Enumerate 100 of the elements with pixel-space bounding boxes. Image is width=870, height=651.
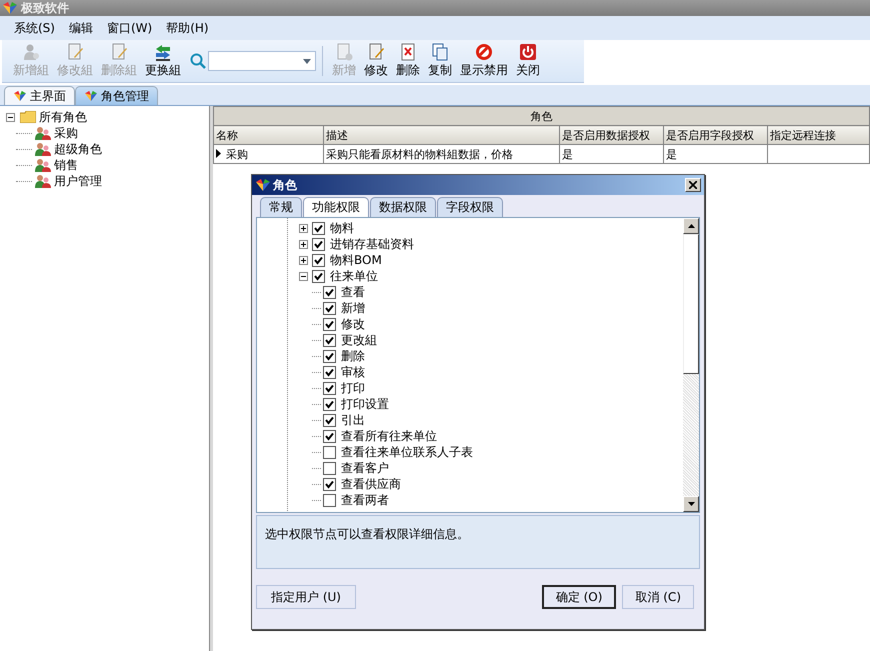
tree-item[interactable]: 查看客户 bbox=[341, 460, 389, 476]
caret-icon bbox=[303, 58, 311, 64]
menu-item[interactable]: 帮助(H) bbox=[166, 20, 209, 36]
tree-item[interactable]: 查看两者 bbox=[341, 492, 389, 508]
toolbar-button[interactable]: 显示禁用 bbox=[457, 43, 511, 79]
group-header: 角色 bbox=[214, 106, 870, 126]
expand-toggle[interactable] bbox=[299, 272, 308, 280]
new-document-icon bbox=[335, 43, 353, 61]
column-header[interactable]: 指定远程连接 bbox=[768, 126, 870, 144]
edit-document-icon bbox=[66, 43, 84, 61]
table-cell: 是 bbox=[560, 144, 664, 164]
users-icon bbox=[35, 126, 51, 140]
checkbox[interactable] bbox=[312, 254, 325, 266]
checkbox[interactable] bbox=[323, 430, 336, 442]
tree-item[interactable]: 新增 bbox=[341, 300, 365, 316]
menu-item[interactable]: 系统(S) bbox=[14, 20, 55, 36]
user-add-icon bbox=[22, 43, 40, 61]
checkbox[interactable] bbox=[323, 494, 336, 506]
close-icon bbox=[689, 181, 697, 189]
close-button[interactable] bbox=[685, 178, 701, 192]
collapse-toggle[interactable] bbox=[6, 112, 15, 122]
column-header[interactable]: 描述 bbox=[324, 126, 560, 144]
checkbox[interactable] bbox=[323, 286, 336, 298]
document-tab[interactable]: 角色管理 bbox=[75, 86, 158, 105]
column-header[interactable]: 名称 bbox=[214, 126, 324, 144]
tree-item[interactable]: 超级角色 bbox=[54, 140, 102, 158]
tree-item[interactable]: 更改組 bbox=[341, 332, 377, 348]
dialog-button[interactable]: 指定用户 (U) bbox=[256, 585, 356, 609]
toolbar-button[interactable]: 修改 bbox=[361, 43, 391, 79]
window-title: 极致软件 bbox=[21, 0, 69, 16]
checkbox[interactable] bbox=[323, 382, 336, 394]
tree-item[interactable]: 物料 bbox=[330, 220, 354, 236]
dialog-tab[interactable]: 常规 bbox=[260, 197, 302, 217]
users-icon bbox=[35, 142, 51, 156]
tree-item[interactable]: 查看所有往来单位 bbox=[341, 428, 437, 444]
checkbox[interactable] bbox=[323, 302, 336, 314]
toolbar-button[interactable]: 删除 bbox=[393, 43, 423, 79]
tree-item[interactable]: 查看往来单位联系人子表 bbox=[341, 444, 473, 460]
tree-item[interactable]: 审核 bbox=[341, 364, 365, 380]
vertical-scrollbar[interactable] bbox=[683, 218, 699, 512]
expand-toggle[interactable] bbox=[299, 240, 308, 248]
checkbox[interactable] bbox=[323, 398, 336, 410]
checkbox[interactable] bbox=[323, 414, 336, 426]
folder-icon bbox=[20, 111, 36, 123]
edit-document-icon bbox=[110, 43, 128, 61]
menu-item[interactable]: 窗口(W) bbox=[106, 20, 152, 36]
delete-document-icon bbox=[399, 43, 417, 61]
tree-item[interactable]: 往来单位 bbox=[330, 268, 378, 284]
dialog-button[interactable]: 确定 (O) bbox=[542, 585, 616, 609]
search-icon bbox=[190, 53, 206, 69]
checkbox[interactable] bbox=[323, 350, 336, 362]
app-logo-icon bbox=[255, 178, 271, 192]
power-icon bbox=[519, 43, 537, 61]
dialog-title: 角色 bbox=[273, 176, 297, 194]
toolbar-button[interactable]: 关闭 bbox=[513, 43, 543, 79]
scroll-down-icon bbox=[688, 502, 694, 506]
dialog-tab[interactable]: 字段权限 bbox=[437, 197, 503, 217]
scroll-up-icon bbox=[688, 224, 694, 228]
tree-item[interactable]: 删除 bbox=[341, 348, 365, 364]
tree-item[interactable]: 进销存基础资料 bbox=[330, 236, 414, 252]
app-logo-icon bbox=[2, 1, 18, 15]
prohibited-icon bbox=[475, 43, 493, 61]
tree-item[interactable]: 打印设置 bbox=[341, 396, 389, 412]
checkbox[interactable] bbox=[323, 478, 336, 490]
expand-toggle[interactable] bbox=[299, 256, 308, 264]
checkbox[interactable] bbox=[323, 318, 336, 330]
checkbox[interactable] bbox=[323, 446, 336, 458]
tree-item[interactable]: 查看供应商 bbox=[341, 476, 401, 492]
checkbox[interactable] bbox=[312, 222, 325, 234]
checkbox[interactable] bbox=[323, 334, 336, 346]
checkbox[interactable] bbox=[323, 462, 336, 474]
checkbox[interactable] bbox=[312, 270, 325, 282]
users-icon bbox=[35, 158, 51, 172]
tree-item[interactable]: 打印 bbox=[341, 380, 365, 396]
tree-item[interactable]: 所有角色 bbox=[39, 108, 87, 126]
tree-item[interactable]: 物料BOM bbox=[330, 252, 382, 268]
column-header[interactable]: 是否启用字段授权 bbox=[664, 126, 768, 144]
tree-item[interactable]: 用户管理 bbox=[54, 172, 102, 190]
tree-item[interactable]: 引出 bbox=[341, 412, 365, 428]
column-header[interactable]: 是否启用数据授权 bbox=[560, 126, 664, 144]
tree-item[interactable]: 采购 bbox=[54, 124, 78, 142]
app-logo-icon bbox=[13, 90, 27, 102]
tree-item[interactable]: 修改 bbox=[341, 316, 365, 332]
users-icon bbox=[35, 174, 51, 188]
table-cell: 是 bbox=[664, 144, 768, 164]
swap-arrows-icon bbox=[154, 43, 172, 61]
dialog-tab[interactable]: 数据权限 bbox=[370, 197, 436, 217]
table-cell: 采购 bbox=[214, 144, 324, 164]
toolbar-button[interactable]: 更换組 bbox=[142, 43, 184, 79]
checkbox[interactable] bbox=[323, 366, 336, 378]
checkbox[interactable] bbox=[312, 238, 325, 250]
tree-item[interactable]: 销售 bbox=[54, 156, 78, 174]
document-tab[interactable]: 主界面 bbox=[4, 86, 75, 105]
app-logo-icon bbox=[84, 90, 98, 102]
menu-item[interactable]: 编辑 bbox=[68, 20, 93, 36]
toolbar-button[interactable]: 复制 bbox=[425, 43, 455, 79]
tree-item[interactable]: 查看 bbox=[341, 284, 365, 300]
dialog-button[interactable]: 取消 (C) bbox=[622, 585, 694, 609]
dialog-tab[interactable]: 功能权限 bbox=[303, 197, 369, 217]
expand-toggle[interactable] bbox=[299, 224, 308, 232]
